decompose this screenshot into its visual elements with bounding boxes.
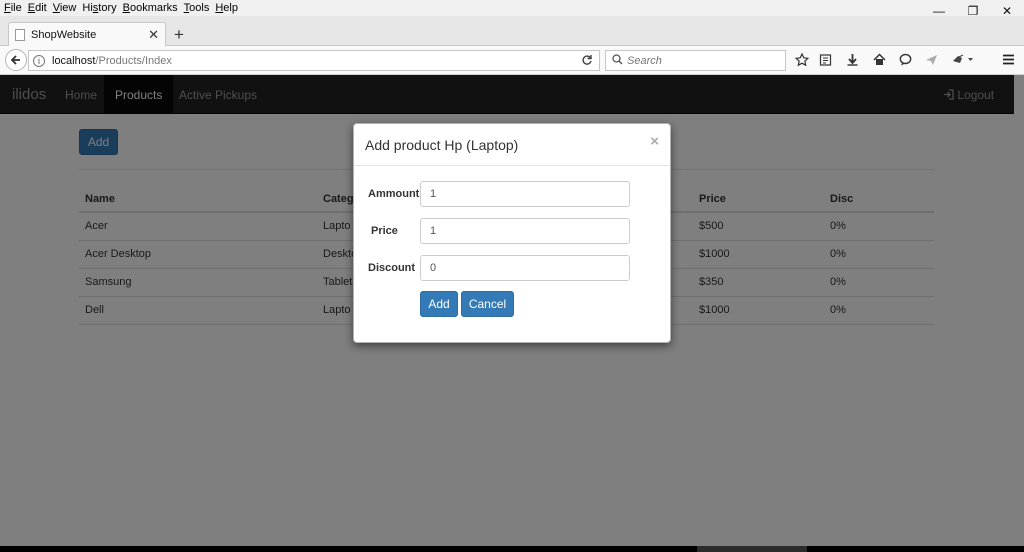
modal-close-icon[interactable]: × [650,133,659,150]
amount-input[interactable] [420,181,630,207]
discount-label: Discount [368,262,416,274]
modal-add-button[interactable]: Add [420,291,458,317]
page-icon [15,28,25,41]
menu-bookmarks[interactable]: Bookmarks [120,2,181,14]
send-icon[interactable] [925,53,938,69]
window-close-icon[interactable]: ✕ [990,0,1024,22]
search-input[interactable] [627,54,777,67]
extension-icon[interactable] [952,53,974,69]
home-icon[interactable] [873,53,886,69]
menu-bar: File Edit View History Bookmarks Tools H… [0,0,1024,16]
price-input[interactable] [420,218,630,244]
modal-title: Add product Hp (Laptop) [365,137,519,153]
minimize-icon[interactable]: — [922,0,956,22]
restore-icon[interactable]: ❐ [956,0,990,22]
add-product-modal: Add product Hp (Laptop) × Ammount Price … [353,123,671,343]
tab-title: ShopWebsite [31,28,97,41]
page-content: ilidos Home Products Active Pickups Logo… [0,75,1024,546]
url-bar[interactable]: i localhost/Products/Index [28,50,600,71]
modal-cancel-button[interactable]: Cancel [461,291,514,317]
reload-icon[interactable] [581,54,593,69]
taskbar-item[interactable] [697,546,807,552]
menu-edit[interactable]: Edit [25,2,50,14]
reading-list-icon[interactable] [819,53,832,69]
search-icon [612,53,623,68]
new-tab-icon[interactable]: + [174,25,184,45]
url-path: /Products/Index [95,54,172,67]
menu-help[interactable]: Help [212,2,241,14]
back-arrow-icon[interactable] [5,49,27,71]
browser-toolbar: i localhost/Products/Index [0,46,1024,75]
hamburger-menu-icon[interactable] [1002,53,1015,69]
amount-label: Ammount [368,188,420,200]
modal-header: Add product Hp (Laptop) × [354,124,670,166]
window-controls: — ❐ ✕ [922,0,1024,22]
menu-tools[interactable]: Tools [181,2,213,14]
tab-close-icon[interactable]: ✕ [148,27,159,43]
menu-file[interactable]: File [0,2,25,14]
bookmark-star-icon[interactable] [794,52,810,70]
price-label: Price [371,225,398,237]
download-icon[interactable] [846,53,859,69]
tab-strip: ShopWebsite ✕ + [0,16,1024,46]
chat-bubble-icon[interactable] [899,53,912,69]
info-icon[interactable]: i [33,54,45,67]
browser-tab[interactable]: ShopWebsite ✕ [8,22,166,46]
menu-view[interactable]: View [50,2,80,14]
search-bar[interactable] [605,50,786,71]
menu-history[interactable]: History [79,2,119,14]
url-host: localhost [52,54,96,67]
discount-input[interactable] [420,255,630,281]
os-taskbar [0,546,1024,552]
